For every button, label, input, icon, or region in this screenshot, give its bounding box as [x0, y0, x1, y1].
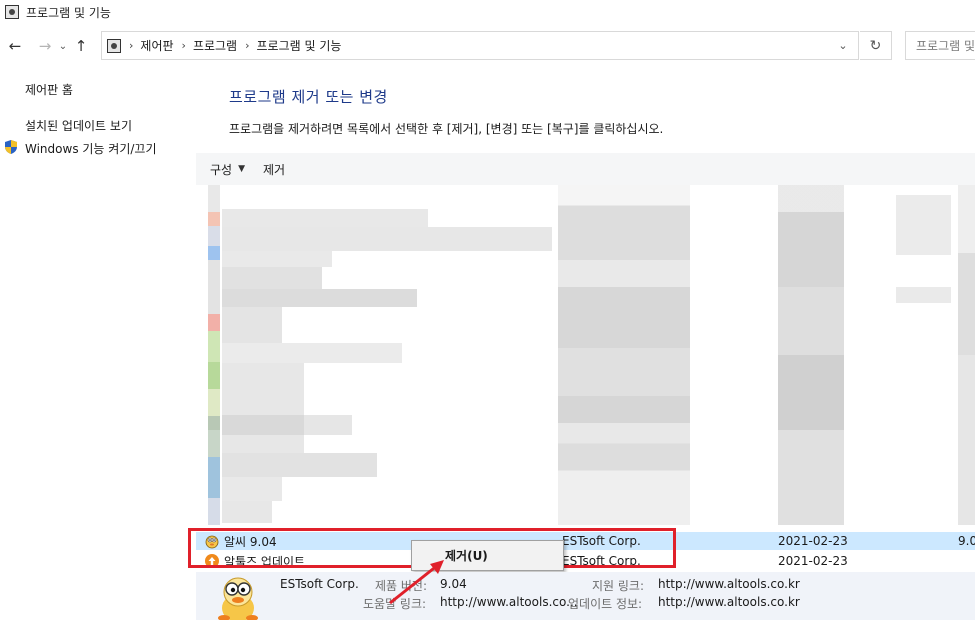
program-name: 알씨 9.04 — [224, 534, 277, 549]
window-title: 프로그램 및 기능 — [26, 5, 111, 20]
uac-shield-icon — [5, 140, 17, 154]
command-bar: 구성 ▼ 제거 — [196, 153, 975, 185]
program-name: 알툴즈 업데이트 — [224, 554, 306, 569]
search-input[interactable]: 프로그램 및 — [905, 31, 975, 60]
alsee-large-icon — [218, 577, 258, 620]
navigation-bar: ← → ⌄ ↑ › 제어판 › 프로그램 › 프로그램 및 기능 ⌄ ↻ 프로그… — [0, 30, 975, 62]
forward-arrow-icon[interactable]: → — [34, 34, 56, 58]
program-row-altools-update[interactable]: 알툴즈 업데이트 ESTsoft Corp. 2021-02-23 — [196, 552, 975, 570]
program-install-date: 2021-02-23 — [778, 554, 848, 568]
breadcrumb-control-panel[interactable]: 제어판 — [140, 37, 173, 54]
program-version: 9.0 — [958, 534, 975, 548]
annotation-arrow-icon — [389, 560, 444, 605]
organize-button[interactable]: 구성 — [210, 161, 232, 178]
caret-down-icon[interactable]: ▼ — [238, 164, 245, 174]
update-info-link[interactable]: http://www.altools.co.kr — [658, 595, 800, 609]
program-install-date: 2021-02-23 — [778, 534, 848, 548]
details-publisher: ESTsoft Corp. — [280, 577, 359, 591]
update-info-label: 업데이트 정보: — [568, 597, 643, 611]
refresh-icon[interactable]: ↻ — [860, 31, 892, 60]
support-link-label: 지원 링크: — [592, 579, 645, 593]
breadcrumb-separator-icon[interactable]: › — [129, 39, 133, 52]
breadcrumb-separator-icon[interactable]: › — [182, 39, 186, 52]
program-row-alsee[interactable]: 알씨 9.04 ESTsoft Corp. 2021-02-23 9.0 — [196, 532, 975, 550]
program-list[interactable]: 알씨 9.04 ESTsoft Corp. 2021-02-23 9.0 알툴즈… — [196, 185, 975, 572]
instructions-text: 프로그램을 제거하려면 목록에서 선택한 후 [제거], [변경] 또는 [복구… — [229, 122, 664, 136]
address-bar[interactable]: › 제어판 › 프로그램 › 프로그램 및 기능 ⌄ — [101, 31, 859, 60]
breadcrumb-programs-and-features[interactable]: 프로그램 및 기능 — [257, 37, 342, 54]
alsee-icon — [205, 535, 219, 549]
page-title: 프로그램 제거 또는 변경 — [229, 88, 388, 106]
back-arrow-icon[interactable]: ← — [4, 34, 26, 58]
program-publisher: ESTsoft Corp. — [562, 554, 641, 568]
control-panel-icon — [5, 5, 19, 19]
control-panel-home-link[interactable]: 제어판 홈 — [25, 81, 73, 98]
windows-features-link[interactable]: Windows 기능 켜기/끄기 — [25, 140, 156, 157]
uninstall-button[interactable]: 제거 — [263, 161, 285, 178]
title-bar: 프로그램 및 기능 — [0, 0, 975, 24]
control-panel-icon — [107, 38, 121, 53]
left-pane: 제어판 홈 설치된 업데이트 보기 Windows 기능 켜기/끄기 — [0, 62, 196, 620]
up-arrow-icon[interactable]: ↑ — [70, 34, 92, 58]
details-pane: ESTsoft Corp. 제품 버전: 9.04 지원 링크: http://… — [196, 572, 975, 620]
recent-locations-chevron-icon[interactable]: ⌄ — [56, 34, 70, 58]
breadcrumb-separator-icon[interactable]: › — [245, 39, 249, 52]
help-link[interactable]: http://www.altools.co... — [440, 595, 578, 609]
program-publisher: ESTsoft Corp. — [562, 534, 641, 548]
support-link[interactable]: http://www.altools.co.kr — [658, 577, 800, 591]
chevron-down-icon[interactable]: ⌄ — [830, 32, 856, 59]
view-installed-updates-link[interactable]: 설치된 업데이트 보기 — [25, 117, 132, 134]
breadcrumb-programs[interactable]: 프로그램 — [193, 37, 237, 54]
altools-update-icon — [205, 554, 219, 568]
